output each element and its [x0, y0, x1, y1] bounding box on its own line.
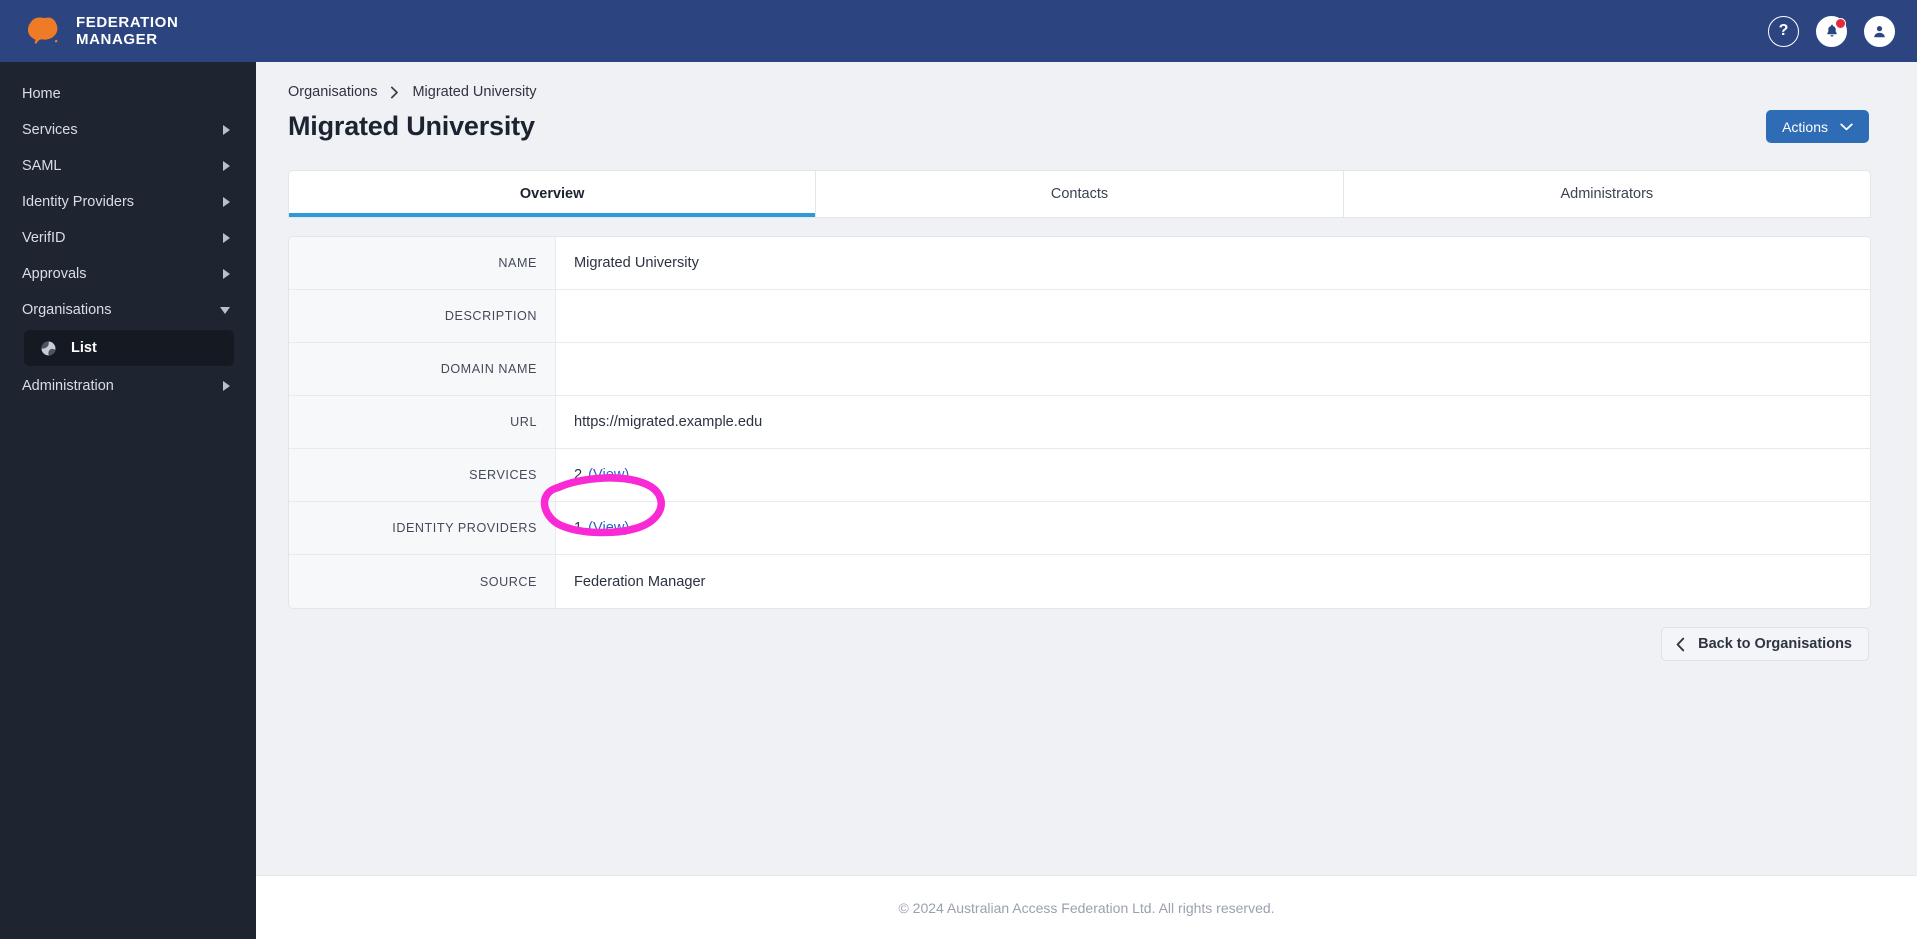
sidebar-item-label: List	[71, 340, 97, 356]
sidebar-item-label: VerifID	[22, 230, 66, 246]
help-question-mark: ?	[1778, 22, 1789, 39]
sidebar-navigation: Home Services SAML Identity Providers Ve…	[0, 62, 256, 939]
sidebar-item-label: Services	[22, 122, 78, 138]
sidebar-item-administration[interactable]: Administration	[0, 368, 256, 404]
sidebar-item-label: Home	[22, 86, 61, 102]
body-container: Home Services SAML Identity Providers Ve…	[0, 62, 1917, 939]
sidebar-item-list[interactable]: List	[24, 330, 234, 366]
detail-label: NAME	[289, 237, 556, 289]
back-to-organisations-button[interactable]: Back to Organisations	[1661, 627, 1869, 661]
sidebar-item-services[interactable]: Services	[0, 112, 256, 148]
notification-badge	[1835, 17, 1846, 29]
identity-providers-view-link[interactable]: (View)	[588, 520, 629, 536]
detail-label: DOMAIN NAME	[289, 343, 556, 395]
page-title: Migrated University	[288, 111, 535, 141]
table-row: DESCRIPTION	[289, 290, 1870, 343]
globe-icon	[41, 341, 56, 355]
sidebar-item-label: Approvals	[22, 266, 87, 282]
australia-map-icon	[27, 17, 58, 44]
chevron-right-icon	[223, 197, 230, 207]
chevron-right-icon	[223, 161, 230, 171]
table-row: SERVICES 2 (View)	[289, 449, 1870, 502]
chevron-right-icon	[223, 233, 230, 243]
header-icon-group: ?	[1768, 15, 1895, 47]
chevron-down-icon	[1840, 123, 1853, 130]
actions-button-label: Actions	[1782, 118, 1828, 135]
brand-line-2: MANAGER	[76, 31, 158, 48]
table-row: IDENTITY PROVIDERS 1 (View)	[289, 502, 1870, 555]
brand-line-1: FEDERATION	[76, 14, 179, 31]
application-window: FEDERATION MANAGER ? Home Services SAML …	[0, 0, 1917, 939]
detail-label: URL	[289, 396, 556, 448]
detail-value-url: https://migrated.example.edu	[556, 396, 1870, 448]
tab-label: Administrators	[1560, 186, 1654, 202]
detail-label: SERVICES	[289, 449, 556, 501]
actions-button[interactable]: Actions	[1766, 110, 1869, 143]
detail-label: DESCRIPTION	[289, 290, 556, 342]
back-button-row: Back to Organisations	[288, 627, 1871, 661]
detail-label: SOURCE	[289, 555, 556, 608]
page-header-row: Migrated University Actions	[288, 110, 1871, 143]
services-count: 2	[574, 467, 583, 483]
table-row: URL https://migrated.example.edu	[289, 396, 1870, 449]
page-footer: © 2024 Australian Access Federation Ltd.…	[256, 875, 1917, 939]
table-row: SOURCE Federation Manager	[289, 555, 1870, 608]
back-button-label: Back to Organisations	[1698, 636, 1852, 652]
sidebar-item-label: Organisations	[22, 302, 112, 318]
chevron-right-glyph	[391, 86, 399, 98]
tab-administrators[interactable]: Administrators	[1343, 171, 1870, 217]
tab-label: Overview	[519, 186, 585, 202]
table-row: DOMAIN NAME	[289, 343, 1870, 396]
identity-providers-count: 1	[574, 520, 583, 536]
sidebar-item-saml[interactable]: SAML	[0, 148, 256, 184]
brand-logo[interactable]: FEDERATION MANAGER	[24, 14, 178, 48]
chevron-right-icon	[223, 381, 230, 391]
tab-overview[interactable]: Overview	[289, 171, 817, 217]
sidebar-item-label: Identity Providers	[22, 194, 135, 210]
tab-contacts[interactable]: Contacts	[816, 171, 1344, 217]
sidebar-item-label: Administration	[22, 378, 114, 394]
breadcrumb-current: Migrated University	[412, 84, 537, 100]
detail-value-description	[556, 290, 1870, 342]
chevron-right-icon	[390, 86, 399, 99]
chevron-right-icon	[223, 269, 230, 279]
detail-value-identity-providers: 1 (View)	[556, 502, 1870, 554]
content-wrapper: Organisations Migrated University Migrat…	[256, 62, 1917, 875]
sidebar-item-home[interactable]: Home	[0, 76, 256, 112]
detail-value-services: 2 (View)	[556, 449, 1870, 501]
services-view-link[interactable]: (View)	[588, 467, 629, 483]
user-glyph	[1874, 25, 1885, 37]
tab-label: Contacts	[1050, 186, 1109, 202]
sidebar-item-verifid[interactable]: VerifID	[0, 220, 256, 256]
help-circle-icon[interactable]: ?	[1768, 15, 1799, 47]
table-row: NAME Migrated University	[289, 237, 1870, 290]
bell-icon[interactable]	[1816, 15, 1847, 47]
sidebar-item-approvals[interactable]: Approvals	[0, 256, 256, 292]
detail-value-name: Migrated University	[556, 237, 1870, 289]
tab-bar: Overview Contacts Administrators	[288, 170, 1871, 218]
user-avatar-icon[interactable]	[1864, 15, 1895, 47]
services-count-group: 2 (View)	[574, 467, 629, 483]
identity-providers-count-group: 1 (View)	[574, 520, 629, 536]
footer-copyright: © 2024 Australian Access Federation Ltd.…	[898, 899, 1275, 916]
detail-value-source: Federation Manager	[556, 555, 1870, 608]
chevron-down-icon	[220, 306, 230, 314]
detail-label: IDENTITY PROVIDERS	[289, 502, 556, 554]
top-header-bar: FEDERATION MANAGER ?	[0, 0, 1917, 62]
chevron-left-icon	[1676, 637, 1685, 651]
breadcrumb: Organisations Migrated University	[288, 84, 1871, 100]
organisation-detail-table: NAME Migrated University DESCRIPTION DOM…	[288, 236, 1871, 609]
organisations-submenu: List	[0, 328, 256, 368]
detail-value-domain-name	[556, 343, 1870, 395]
brand-title: FEDERATION MANAGER	[76, 14, 178, 48]
chevron-right-icon	[223, 125, 230, 135]
main-content-area: Organisations Migrated University Migrat…	[256, 62, 1917, 939]
breadcrumb-link-organisations[interactable]: Organisations	[288, 84, 377, 100]
sidebar-item-label: SAML	[22, 158, 62, 174]
sidebar-item-organisations[interactable]: Organisations	[0, 292, 256, 328]
sidebar-item-identity-providers[interactable]: Identity Providers	[0, 184, 256, 220]
